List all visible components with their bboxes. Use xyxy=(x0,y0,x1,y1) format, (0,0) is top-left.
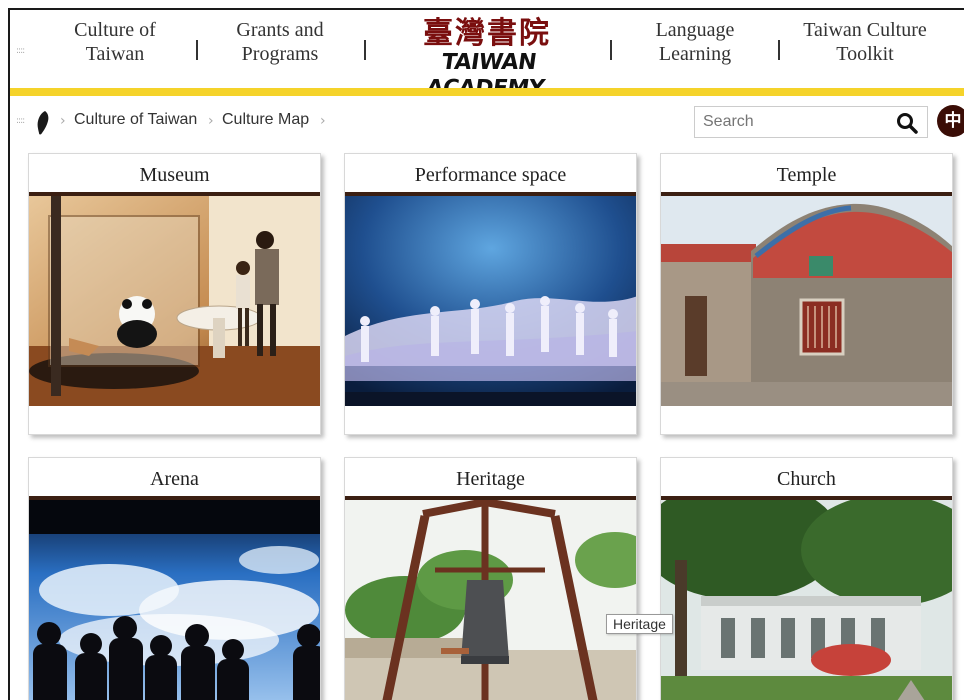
nav-item-line1: Grants and xyxy=(236,19,324,41)
nav-item-line1: Language xyxy=(655,19,735,41)
card-performance-space[interactable]: Performance space xyxy=(344,153,637,435)
nav-divider xyxy=(364,40,366,60)
search-input[interactable] xyxy=(695,107,891,137)
card-title: Temple xyxy=(661,154,952,196)
language-switch-button[interactable]: 中 xyxy=(937,105,964,137)
nav-divider xyxy=(610,40,612,60)
nav-divider xyxy=(196,40,198,60)
logo-chinese-text: 臺灣書院 xyxy=(423,16,551,51)
card-title: Church xyxy=(661,458,952,500)
card-footer xyxy=(29,406,320,434)
card-museum[interactable]: Museum xyxy=(28,153,321,435)
church-image xyxy=(661,500,952,700)
tooltip: Heritage xyxy=(606,614,673,634)
taiwan-academy-logo[interactable]: 臺灣書院 TAIWAN ACADEMY xyxy=(406,16,568,102)
arena-image xyxy=(29,500,320,700)
card-footer xyxy=(661,406,952,434)
nav-item-line2: Programs xyxy=(241,43,319,65)
nav-item-line2: Taiwan xyxy=(85,43,145,65)
accent-bar xyxy=(10,88,964,96)
breadcrumb-culture-of-taiwan[interactable]: Culture of Taiwan xyxy=(74,111,197,129)
card-title: Arena xyxy=(29,458,320,500)
card-temple[interactable]: Temple xyxy=(660,153,953,435)
nav-item-line1: Culture of xyxy=(74,19,156,41)
card-title: Heritage xyxy=(345,458,636,500)
chevron-right-icon: › xyxy=(320,113,326,129)
card-title: Museum xyxy=(29,154,320,196)
performance-space-image xyxy=(345,196,636,406)
card-arena[interactable]: Arena xyxy=(28,457,321,700)
drag-handle-icon: :::: xyxy=(16,116,25,126)
card-church[interactable]: Church xyxy=(660,457,953,700)
drag-handle-icon: :::: xyxy=(16,46,25,56)
card-title: Performance space xyxy=(345,154,636,196)
museum-image xyxy=(29,196,320,406)
taiwan-island-icon[interactable] xyxy=(36,111,50,135)
temple-image xyxy=(661,196,952,406)
nav-item-line1: Taiwan Culture xyxy=(803,19,927,41)
card-heritage[interactable]: Heritage xyxy=(344,457,637,700)
breadcrumb-culture-map[interactable]: Culture Map xyxy=(222,111,309,129)
top-navigation: :::: Culture of Taiwan Grants and Progra… xyxy=(10,10,964,102)
breadcrumb: :::: › Culture of Taiwan › Culture Map ›… xyxy=(10,96,964,146)
card-footer xyxy=(345,406,636,434)
heritage-image xyxy=(345,500,636,700)
nav-grants-and-programs[interactable]: Grants and Programs xyxy=(224,18,336,66)
chevron-right-icon: › xyxy=(60,113,66,129)
search-bar xyxy=(694,106,928,138)
chevron-right-icon: › xyxy=(208,113,214,129)
nav-divider xyxy=(778,40,780,60)
nav-culture-of-taiwan[interactable]: Culture of Taiwan xyxy=(60,18,170,66)
search-icon[interactable] xyxy=(895,111,919,135)
nav-item-line2: Learning xyxy=(658,43,732,65)
nav-item-line2: Toolkit xyxy=(836,43,894,65)
nav-language-learning[interactable]: Language Learning xyxy=(640,18,750,66)
nav-taiwan-culture-toolkit[interactable]: Taiwan Culture Toolkit xyxy=(790,18,940,66)
page-frame: :::: Culture of Taiwan Grants and Progra… xyxy=(8,8,964,700)
